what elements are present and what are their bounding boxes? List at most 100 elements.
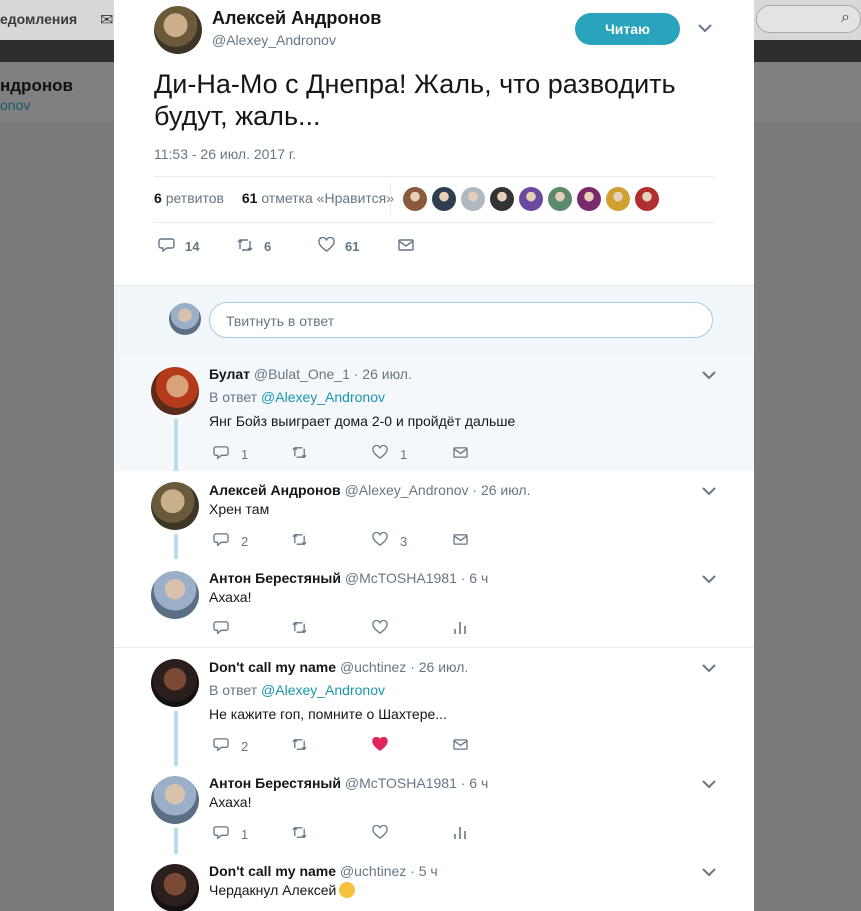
reply-author-name[interactable]: Алексей Андронов: [209, 482, 341, 498]
reply-author-handle[interactable]: @Bulat_One_1: [254, 366, 350, 382]
reply-action[interactable]: 1: [213, 825, 248, 843]
chevron-down-icon[interactable]: [702, 779, 716, 793]
chevron-down-icon[interactable]: [702, 663, 716, 677]
reply-author-handle[interactable]: @McTOSHA1981: [345, 570, 457, 586]
analytics-icon: [453, 825, 467, 843]
liker-avatar[interactable]: [403, 187, 427, 211]
reply-count: 2: [241, 533, 249, 549]
heart-icon: [372, 444, 388, 463]
reply-action[interactable]: 14: [158, 236, 199, 256]
chevron-down-icon[interactable]: [702, 486, 716, 500]
author-name[interactable]: Алексей Андронов: [212, 8, 381, 29]
liker-avatar[interactable]: [490, 187, 514, 211]
reply-tweet[interactable]: Булат @Bulat_One_1 · 26 июл. В ответ @Al…: [114, 356, 754, 471]
reply-count: 14: [185, 238, 200, 254]
avatar[interactable]: [151, 864, 199, 911]
heart-icon: [318, 236, 335, 256]
like-action[interactable]: [372, 619, 388, 638]
reply-to: В ответ @Alexey_Andronov: [209, 682, 385, 698]
avatar[interactable]: [151, 367, 199, 415]
reply-author-handle[interactable]: @Alexey_Andronov: [345, 482, 469, 498]
liker-avatar[interactable]: [432, 187, 456, 211]
reply-author-handle[interactable]: @uchtinez: [340, 863, 406, 879]
reply-author-handle[interactable]: @uchtinez: [340, 659, 406, 675]
reply-to-handle[interactable]: @Alexey_Andronov: [261, 389, 385, 405]
likes-count[interactable]: 61: [242, 190, 258, 206]
tweet-text: Ди-На-Мо с Днепра! Жаль, что разводить б…: [154, 69, 676, 131]
analytics-action[interactable]: [453, 825, 467, 843]
reply-icon: [213, 532, 229, 550]
message-action[interactable]: [453, 532, 468, 550]
reply-action[interactable]: 1: [213, 445, 248, 463]
reply-tweet[interactable]: Антон Берестяный @McTOSHA1981 · 6 ч Ахах…: [114, 559, 754, 647]
reply-composer: Твитнуть в ответ: [114, 285, 754, 357]
analytics-action[interactable]: [453, 620, 467, 638]
reply-count: 2: [241, 738, 249, 754]
reply-action[interactable]: [213, 620, 229, 638]
retweet-action[interactable]: [291, 620, 308, 638]
likers-avatars: [403, 187, 664, 213]
liker-avatar[interactable]: [577, 187, 601, 211]
background-notifications-label: едомления: [0, 11, 78, 27]
avatar[interactable]: [151, 571, 199, 619]
reply-author-name[interactable]: Don't call my name: [209, 659, 336, 675]
chevron-down-icon[interactable]: [702, 867, 716, 881]
reply-icon: [158, 237, 175, 256]
liker-avatar[interactable]: [635, 187, 659, 211]
liker-avatar[interactable]: [519, 187, 543, 211]
reply-tweet[interactable]: Антон Берестяный @McTOSHA1981 · 6 ч Ахах…: [114, 766, 754, 854]
avatar[interactable]: [151, 776, 199, 824]
follow-button[interactable]: Читаю: [575, 13, 680, 45]
author-avatar[interactable]: [154, 6, 202, 54]
likes-label[interactable]: отметка «Нравится»: [261, 190, 394, 206]
stats-divider: [390, 182, 391, 214]
reply-to-handle[interactable]: @Alexey_Andronov: [261, 682, 385, 698]
reply-author-name[interactable]: Антон Берестяный: [209, 570, 341, 586]
tweet-timestamp[interactable]: 11:53 - 26 июл. 2017 г.: [154, 146, 296, 162]
like-action[interactable]: 3: [372, 531, 408, 550]
reply-tweet[interactable]: Don't call my name @uchtinez · 26 июл. В…: [114, 648, 754, 766]
liker-avatar[interactable]: [548, 187, 572, 211]
message-action[interactable]: [398, 236, 414, 256]
like-action[interactable]: [372, 824, 388, 843]
reply-icon: [213, 445, 229, 463]
message-action[interactable]: [453, 445, 468, 463]
retweet-action[interactable]: [291, 825, 308, 843]
liker-avatar[interactable]: [461, 187, 485, 211]
like-action[interactable]: 61: [318, 236, 359, 256]
reply-author-handle[interactable]: @McTOSHA1981: [345, 775, 457, 791]
reply-tweet[interactable]: Don't call my name @uchtinez · 5 ч Черда…: [114, 854, 754, 911]
author-handle[interactable]: @Alexey_Andronov: [212, 32, 336, 48]
chevron-down-icon[interactable]: [702, 370, 716, 384]
chevron-down-icon[interactable]: [698, 23, 712, 37]
reply-action[interactable]: 2: [213, 532, 248, 550]
reply-time[interactable]: · 5 ч: [410, 863, 438, 879]
retweet-action[interactable]: 6: [236, 236, 271, 256]
reply-author-name[interactable]: Антон Берестяный: [209, 775, 341, 791]
reply-time[interactable]: · 26 июл.: [354, 366, 412, 382]
background-profile-name: ндронов: [0, 76, 73, 95]
retweets-count[interactable]: 6: [154, 190, 162, 206]
reply-action[interactable]: 2: [213, 737, 248, 755]
retweet-action[interactable]: [291, 532, 308, 550]
like-action[interactable]: 1: [372, 444, 407, 463]
retweets-label[interactable]: ретвитов: [166, 190, 224, 206]
reply-time[interactable]: · 6 ч: [461, 775, 489, 791]
reply-time[interactable]: · 6 ч: [461, 570, 489, 586]
reply-time[interactable]: · 26 июл.: [410, 659, 468, 675]
reply-time[interactable]: · 26 июл.: [472, 482, 530, 498]
avatar[interactable]: [151, 482, 199, 530]
reply-input[interactable]: Твитнуть в ответ: [209, 302, 713, 338]
reply-author-name[interactable]: Don't call my name: [209, 863, 336, 879]
reply-tweet[interactable]: Алексей Андронов @Alexey_Andronov · 26 и…: [114, 471, 754, 559]
message-action[interactable]: [453, 737, 468, 755]
retweet-icon: [291, 620, 308, 638]
avatar[interactable]: [151, 659, 199, 707]
chevron-down-icon[interactable]: [702, 574, 716, 588]
reply-author-name[interactable]: Булат: [209, 366, 250, 382]
retweet-action[interactable]: [291, 445, 308, 463]
retweet-action[interactable]: [291, 737, 308, 755]
like-action-liked[interactable]: [372, 736, 388, 755]
liker-avatar[interactable]: [606, 187, 630, 211]
like-count: 3: [400, 533, 408, 549]
